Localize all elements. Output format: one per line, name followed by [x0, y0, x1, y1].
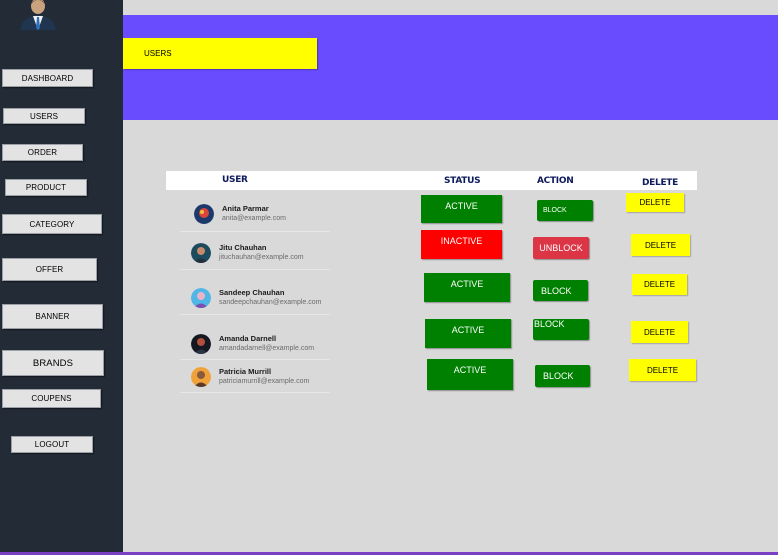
sidebar-item-product[interactable]: PRODUCT	[5, 179, 87, 196]
user-email: amandadarnell@example.com	[219, 345, 315, 352]
block-button[interactable]: BLOCK	[537, 200, 593, 221]
delete-button[interactable]: DELETE	[626, 193, 684, 212]
avatar	[191, 243, 211, 263]
user-name: Anita Parmar	[222, 204, 269, 213]
sidebar-item-coupens[interactable]: COUPENS	[2, 389, 101, 408]
status-badge[interactable]: INACTIVE	[421, 230, 502, 259]
status-badge[interactable]: ACTIVE	[421, 195, 502, 223]
user-email: patriciamurrill@example.com	[219, 378, 310, 385]
row-divider	[180, 231, 330, 232]
avatar	[194, 204, 214, 224]
column-header-user: USER	[222, 175, 248, 185]
sidebar-item-category[interactable]: CATEGORY	[2, 214, 102, 234]
sidebar: DASHBOARD USERS ORDER PRODUCT CATEGORY O…	[0, 0, 123, 555]
unblock-button[interactable]: UNBLOCK	[533, 237, 589, 259]
admin-avatar-icon	[18, 0, 58, 30]
table-row: Patricia Murrill patriciamurrill@example…	[180, 357, 350, 393]
row-divider	[180, 269, 330, 270]
sidebar-item-users[interactable]: USERS	[3, 108, 85, 124]
delete-button[interactable]: DELETE	[632, 274, 687, 295]
delete-button[interactable]: DELETE	[629, 359, 696, 381]
avatar	[191, 367, 211, 387]
page-banner: USERS	[123, 15, 778, 120]
block-button[interactable]: BLOCK	[535, 365, 590, 387]
avatar	[191, 334, 211, 354]
table-header: USER STATUS ACTION DELETE	[166, 171, 697, 190]
row-divider	[180, 392, 330, 393]
sidebar-item-dashboard[interactable]: DASHBOARD	[2, 69, 93, 87]
user-name: Jitu Chauhan	[219, 243, 267, 252]
sidebar-item-banner[interactable]: BANNER	[2, 304, 103, 329]
status-badge[interactable]: ACTIVE	[424, 273, 510, 302]
table-row: Amanda Darnell amandadarnell@example.com	[180, 324, 350, 360]
delete-button[interactable]: DELETE	[631, 321, 688, 343]
user-email: sandeepchauhan@example.com	[219, 299, 322, 306]
user-name: Amanda Darnell	[219, 334, 277, 343]
delete-button[interactable]: DELETE	[631, 234, 690, 256]
logout-button[interactable]: LOGOUT	[11, 436, 93, 453]
user-name: Sandeep Chauhan	[219, 288, 285, 297]
column-header-action: ACTION	[537, 176, 574, 186]
row-divider	[180, 314, 330, 315]
user-email: jituchauhan@example.com	[219, 254, 304, 261]
sidebar-item-offer[interactable]: OFFER	[2, 258, 97, 281]
status-badge[interactable]: ACTIVE	[425, 319, 511, 348]
block-button[interactable]: BLOCK	[533, 319, 589, 340]
sidebar-item-brands[interactable]: BRANDS	[2, 350, 104, 376]
avatar	[191, 288, 211, 308]
table-row: Jitu Chauhan jituchauhan@example.com	[180, 234, 350, 270]
column-header-status: STATUS	[444, 176, 481, 186]
table-row: Sandeep Chauhan sandeepchauhan@example.c…	[180, 279, 350, 315]
status-badge[interactable]: ACTIVE	[427, 359, 513, 390]
block-button[interactable]: BLOCK	[533, 280, 588, 301]
column-header-delete: DELETE	[642, 178, 678, 188]
table-row: Anita Parmar anita@example.com	[180, 196, 350, 232]
user-name: Patricia Murrill	[219, 367, 272, 376]
sidebar-item-order[interactable]: ORDER	[2, 144, 83, 161]
page-title: USERS	[123, 38, 317, 69]
user-email: anita@example.com	[222, 215, 286, 222]
